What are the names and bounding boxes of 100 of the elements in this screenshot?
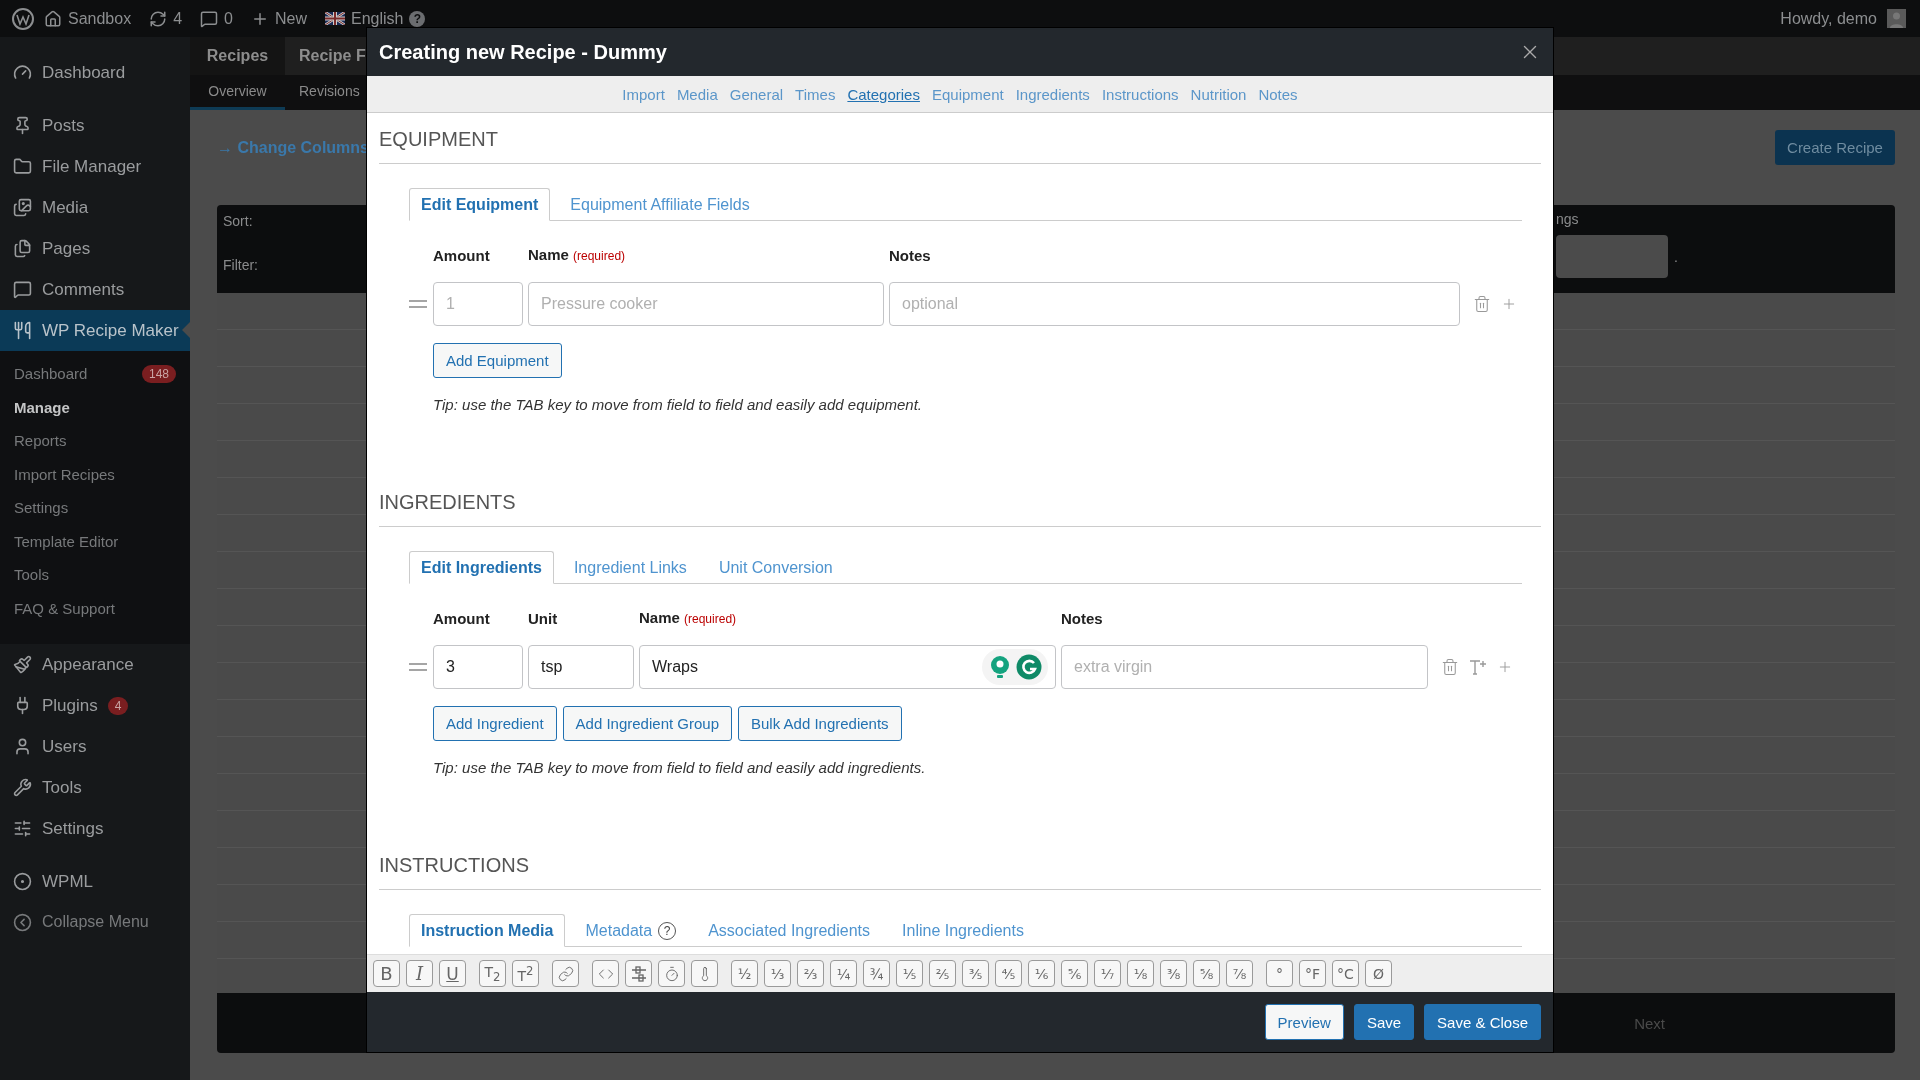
comments-count[interactable]: 0 (224, 9, 233, 28)
help-icon[interactable]: ? (409, 10, 426, 27)
submenu-item[interactable]: Reports (0, 424, 190, 458)
toolbar-button[interactable]: I (406, 960, 433, 987)
section-tab[interactable]: Ingredient Links (561, 551, 699, 584)
thermometer-button[interactable] (691, 960, 718, 987)
lightbulb-icon[interactable] (988, 655, 1011, 679)
toolbar-button[interactable]: ⅗ (962, 960, 989, 987)
toolbar-button[interactable]: ⅜ (1160, 960, 1187, 987)
footer-button[interactable]: Save (1353, 1004, 1415, 1040)
filter-field[interactable] (1556, 235, 1668, 278)
toolbar-button[interactable]: ¼ (830, 960, 857, 987)
toolbar-button[interactable]: ⅕ (896, 960, 923, 987)
collapse-icon[interactable] (13, 912, 32, 932)
text-format-icon[interactable] (1469, 658, 1487, 676)
add-button[interactable]: Add Equipment (433, 343, 562, 378)
toolbar-button[interactable]: T$^{2}$ (512, 960, 539, 987)
logo-icon[interactable] (12, 7, 34, 30)
section-tab[interactable]: Instruction Media (409, 914, 566, 947)
nav-link[interactable]: Categories (847, 85, 920, 103)
toolbar-button[interactable]: ½ (731, 960, 758, 987)
section-tab[interactable]: Edit Equipment (409, 188, 551, 221)
menu-item[interactable]: Comments (0, 269, 190, 310)
menu-item[interactable]: Posts (0, 105, 190, 146)
input-field[interactable]: 1 (433, 282, 523, 326)
input-field[interactable]: optional (889, 282, 1460, 326)
timer-button[interactable] (658, 960, 685, 987)
language-link[interactable]: English (351, 9, 404, 28)
section-tab[interactable]: Associated Ingredients (696, 914, 883, 947)
menu-item[interactable]: Plugins 4 (0, 685, 190, 726)
toolbar-button[interactable]: ⅚ (1061, 960, 1088, 987)
toolbar-button[interactable]: °C (1332, 960, 1359, 987)
comment-icon[interactable] (200, 9, 219, 28)
page-tab[interactable]: Recipes (190, 37, 285, 75)
submenu-item[interactable]: Import Recipes (0, 457, 190, 491)
menu-item[interactable]: Tools (0, 767, 190, 808)
input-field[interactable]: 3 (433, 645, 523, 689)
menu-item[interactable]: Pages (0, 228, 190, 269)
submenu-item[interactable]: FAQ & Support (0, 591, 190, 625)
input-field[interactable]: extra virgin (1061, 645, 1428, 689)
toolbar-button[interactable]: Ø (1365, 960, 1392, 987)
toolbar-button[interactable]: ⅐ (1094, 960, 1121, 987)
toolbar-button[interactable]: °F (1299, 960, 1326, 987)
circle-logo-icon[interactable] (1015, 654, 1042, 680)
collapse-menu-button[interactable]: Collapse Menu (0, 902, 190, 942)
home-icon[interactable] (44, 9, 62, 28)
menu-item[interactable]: File Manager (0, 146, 190, 187)
toolbar-button[interactable]: ⅝ (1193, 960, 1220, 987)
updates-count[interactable]: 4 (173, 9, 183, 28)
menu-item[interactable]: WP Recipe Maker (0, 310, 190, 351)
menu-item[interactable]: Users (0, 726, 190, 767)
section-tab[interactable]: Edit Ingredients (409, 551, 554, 584)
toolbar-button[interactable]: B (373, 960, 400, 987)
section-tab[interactable]: Unit Conversion (706, 551, 845, 584)
add-button[interactable]: Add Ingredient (433, 706, 557, 741)
section-tab[interactable]: Metadata ? (573, 914, 689, 947)
submenu-item[interactable]: Template Editor (0, 524, 190, 558)
toolbar-button[interactable]: ⅞ (1226, 960, 1253, 987)
trash-icon[interactable] (1441, 658, 1459, 676)
menu-item[interactable]: Appearance (0, 644, 190, 685)
toolbar-button[interactable]: ° (1266, 960, 1293, 987)
create-recipe-button[interactable]: Create Recipe (1775, 130, 1895, 165)
toolbar-button[interactable]: ⅔ (797, 960, 824, 987)
trash-icon[interactable] (1473, 295, 1491, 313)
link-button[interactable] (552, 960, 579, 987)
toolbar-button[interactable]: T$_{2}$ (479, 960, 506, 987)
menu-item[interactable]: Dashboard (0, 52, 190, 93)
add-button[interactable]: Bulk Add Ingredients (738, 706, 902, 741)
toolbar-button[interactable]: ⅙ (1028, 960, 1055, 987)
toolbar-button[interactable]: ⅓ (764, 960, 791, 987)
submenu-item[interactable]: Settings (0, 491, 190, 525)
menu-item[interactable]: WPML (0, 861, 190, 902)
add-button[interactable]: Add Ingredient Group (562, 706, 732, 741)
site-link[interactable]: Sandbox (68, 9, 132, 28)
code-button[interactable] (592, 960, 619, 987)
toolbar-button[interactable]: ¾ (863, 960, 890, 987)
footer-button[interactable]: Save & Close (1424, 1004, 1541, 1040)
input-field[interactable]: tsp (528, 645, 634, 689)
toolbar-button[interactable]: ⅖ (929, 960, 956, 987)
refresh-icon[interactable] (149, 9, 168, 28)
sub-tab[interactable]: Overview (190, 75, 285, 110)
toolbar-button[interactable]: ⅘ (995, 960, 1022, 987)
menu-item[interactable]: Settings (0, 808, 190, 849)
submenu-item[interactable]: Manage (0, 390, 190, 424)
greeting[interactable]: Howdy, demo (1780, 9, 1877, 28)
submenu-item[interactable]: Dashboard 148 (0, 357, 190, 391)
new-link[interactable]: New (275, 9, 307, 28)
writing-assistant-badge[interactable] (982, 649, 1048, 685)
menu-item[interactable]: Media (0, 187, 190, 228)
toolbar-button[interactable]: ⅛ (1127, 960, 1154, 987)
section-tab[interactable]: Equipment Affiliate Fields (558, 188, 762, 221)
submenu-item[interactable]: Tools (0, 558, 190, 592)
adjust-button[interactable] (625, 960, 652, 987)
drag-handle-icon[interactable] (409, 663, 427, 671)
toolbar-button[interactable]: U (439, 960, 466, 987)
footer-button[interactable]: Preview (1264, 1004, 1344, 1040)
input-field[interactable]: Pressure cooker (528, 282, 884, 326)
drag-handle-icon[interactable] (409, 300, 427, 308)
section-tab[interactable]: Inline Ingredients (890, 914, 1036, 947)
field-suffix: . (1674, 248, 1678, 265)
